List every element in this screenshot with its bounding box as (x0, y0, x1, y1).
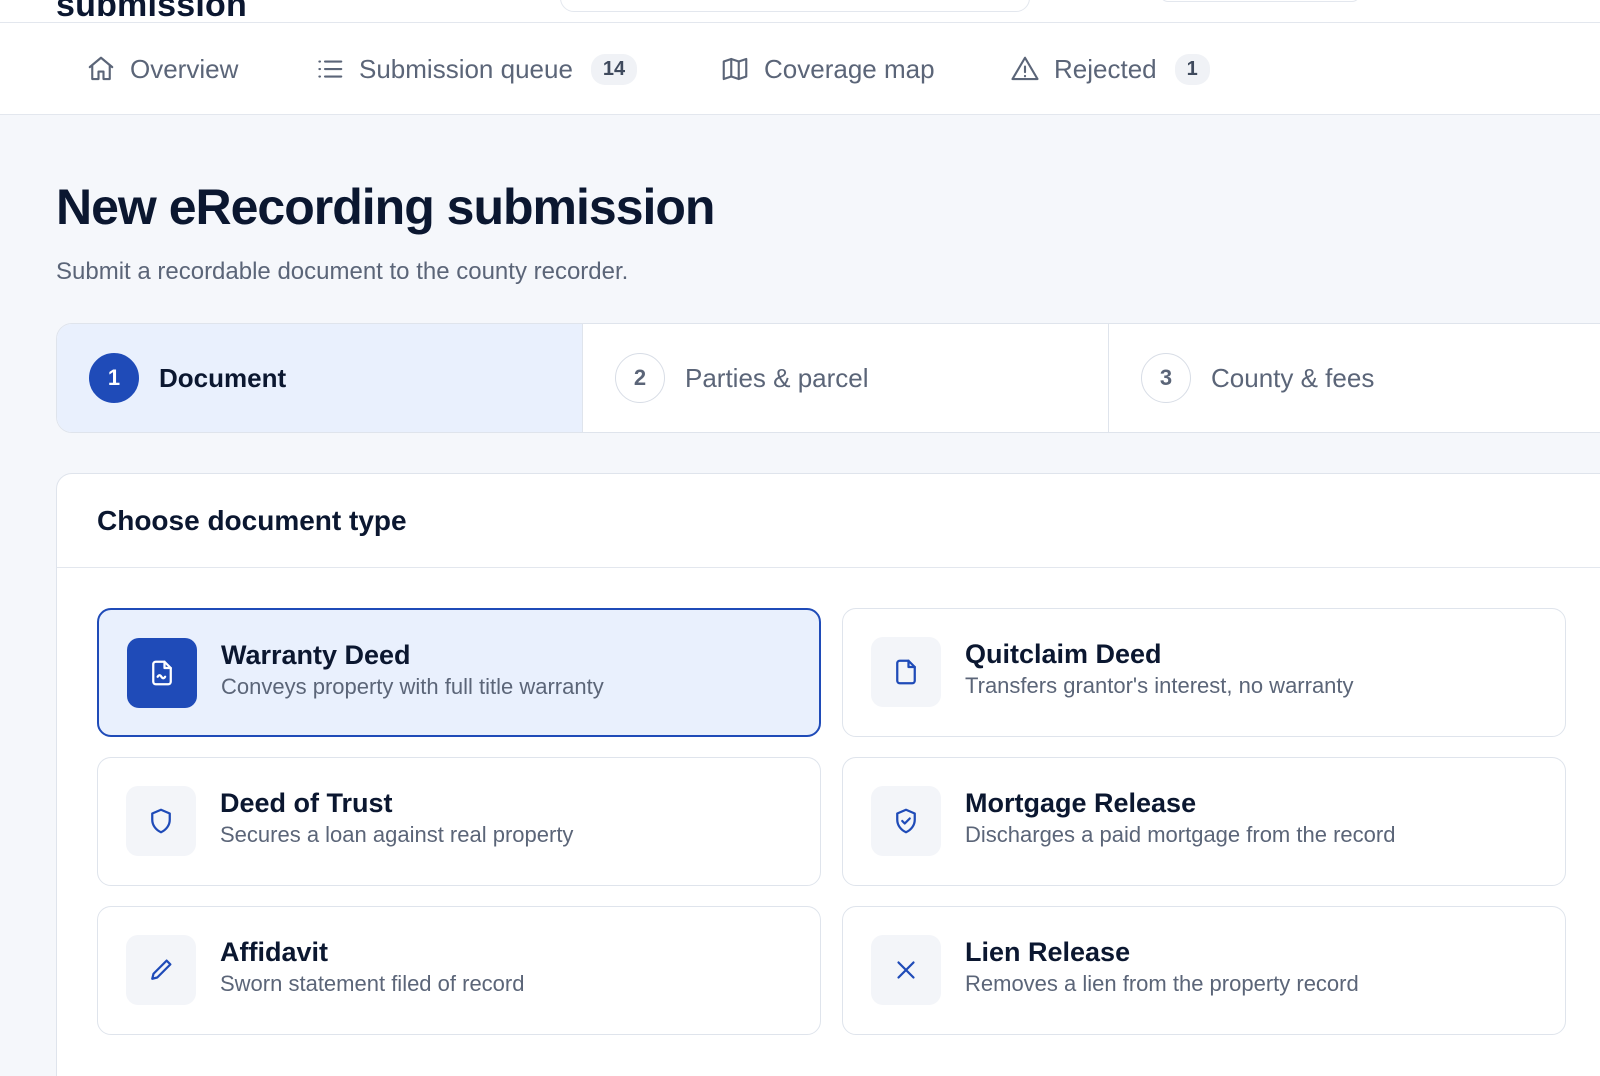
tab-label: Overview (130, 53, 239, 84)
document-type-card: Choose document type Warranty Deed Conve… (56, 473, 1600, 1076)
page-title: New eRecording submission (56, 179, 715, 235)
option-deed-of-trust[interactable]: Deed of Trust Secures a loan against rea… (97, 757, 821, 886)
step-number: 3 (1141, 353, 1191, 403)
option-name: Quitclaim Deed (965, 639, 1162, 669)
option-name: Warranty Deed (221, 640, 411, 670)
step-number: 1 (89, 353, 139, 403)
tab-coverage-map[interactable]: Coverage map (720, 23, 935, 115)
step-document[interactable]: 1 Document (57, 324, 583, 432)
option-name: Deed of Trust (220, 788, 393, 818)
home-icon (88, 56, 114, 81)
step-label: Parties & parcel (685, 362, 869, 393)
signed-document-icon (127, 638, 197, 708)
tab-rejected[interactable]: Rejected 1 (1010, 23, 1210, 115)
tab-label: Submission queue (359, 53, 573, 84)
document-icon (871, 637, 941, 707)
stepper: 1 Document 2 Parties & parcel 3 County &… (56, 323, 1600, 433)
map-icon (722, 57, 748, 81)
option-name: Mortgage Release (965, 788, 1197, 818)
count-badge: 1 (1174, 53, 1210, 85)
step-label: Document (159, 362, 287, 393)
shield-check-icon (871, 786, 941, 856)
option-description: Removes a lien from the property record (965, 971, 1359, 996)
option-warranty-deed[interactable]: Warranty Deed Conveys property with full… (97, 608, 821, 737)
shield-icon (126, 786, 196, 856)
warning-icon (1011, 56, 1039, 81)
tab-overview[interactable]: Overview (86, 23, 238, 115)
nav-bar: Overview Submission queue 14 Coverage ma… (0, 23, 1600, 115)
option-mortgage-release[interactable]: Mortgage Release Discharges a paid mortg… (842, 757, 1566, 886)
page-subtitle: Submit a recordable document to the coun… (56, 258, 629, 285)
step-number: 2 (615, 353, 665, 403)
option-affidavit[interactable]: Affidavit Sworn statement filed of recor… (97, 906, 821, 1035)
top-bar-control[interactable] (1160, 0, 1360, 2)
option-description: Transfers grantor's interest, no warrant… (965, 673, 1354, 698)
option-description: Conveys property with full title warrant… (221, 674, 604, 699)
option-name: Lien Release (965, 937, 1131, 967)
option-description: Secures a loan against real property (220, 822, 574, 847)
tab-submission-queue[interactable]: Submission queue 14 (315, 23, 638, 115)
top-bar: submission (0, 0, 1600, 23)
option-quitclaim-deed[interactable]: Quitclaim Deed Transfers grantor's inter… (842, 608, 1566, 737)
step-parties-parcel[interactable]: 2 Parties & parcel (583, 324, 1109, 432)
list-icon (318, 60, 343, 78)
tab-label: Coverage map (764, 53, 935, 84)
pencil-icon (126, 935, 196, 1005)
step-county-fees[interactable]: 3 County & fees (1109, 324, 1600, 432)
card-header: Choose document type (57, 474, 1600, 568)
option-name: Affidavit (220, 937, 328, 967)
close-icon (871, 935, 941, 1005)
option-description: Sworn statement filed of record (220, 971, 525, 996)
card-title: Choose document type (97, 504, 407, 536)
option-description: Discharges a paid mortgage from the reco… (965, 822, 1396, 847)
step-label: County & fees (1211, 362, 1375, 393)
app-title: submission (56, 0, 247, 23)
search-input[interactable] (560, 0, 1030, 12)
tab-label: Rejected (1054, 53, 1157, 84)
option-lien-release[interactable]: Lien Release Removes a lien from the pro… (842, 906, 1566, 1035)
count-badge: 14 (590, 53, 638, 85)
